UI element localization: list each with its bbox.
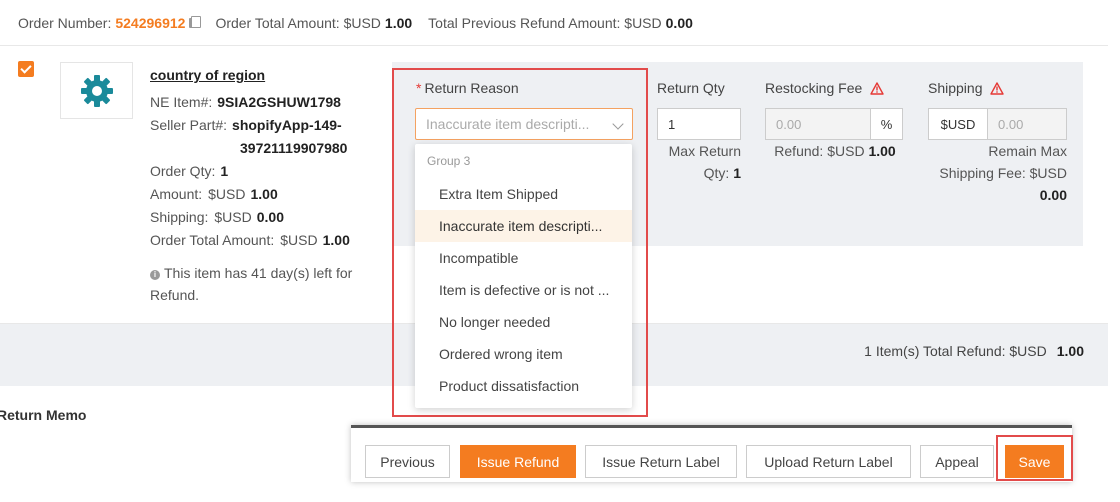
shipping-fee-input[interactable]: 0.00 bbox=[987, 108, 1067, 140]
restocking-fee-label-text: Restocking Fee bbox=[765, 80, 863, 96]
remain-max-shipping: Remain Max Shipping Fee: $USD 0.00 bbox=[920, 140, 1067, 206]
shipping-currency-text: $USD bbox=[940, 116, 976, 132]
appeal-button[interactable]: Appeal bbox=[920, 445, 994, 478]
return-reason-dropdown: Group 3 Extra Item Shipped Inaccurate it… bbox=[415, 144, 632, 408]
previous-refund-label: Total Previous Refund Amount: $USD bbox=[428, 14, 662, 31]
seller-part-value: shopifyApp-149- bbox=[232, 117, 342, 133]
max-return-label-2: Qty: bbox=[703, 165, 730, 181]
info-icon: i bbox=[150, 270, 160, 280]
restocking-fee-input[interactable]: 0.00 bbox=[765, 108, 871, 140]
seller-part-label: Seller Part#: bbox=[150, 117, 228, 133]
refund-notice: i This item has 41 day(s) left for Refund… bbox=[150, 262, 380, 306]
amount-label: Amount: bbox=[150, 186, 203, 202]
shipping-currency: $USD bbox=[928, 108, 988, 140]
warning-icon bbox=[870, 82, 884, 95]
order-number-group: Order Number: 524296912 bbox=[18, 14, 202, 31]
item-thumbnail bbox=[60, 62, 133, 119]
return-memo-label: Return Memo bbox=[0, 407, 87, 423]
shipping-unit: $USD bbox=[214, 209, 252, 225]
order-total-value: 1.00 bbox=[384, 14, 413, 31]
shipping-fee-value: 0.00 bbox=[998, 116, 1024, 132]
dropdown-option[interactable]: Product dissatisfaction bbox=[415, 370, 632, 402]
max-return-label-1: Max Return bbox=[668, 143, 741, 159]
amount-unit: $USD bbox=[208, 186, 246, 202]
issue-refund-button[interactable]: Issue Refund bbox=[460, 445, 576, 478]
action-bar: Previous Issue Refund Issue Return Label… bbox=[351, 425, 1072, 482]
restocking-refund: Refund: $USD 1.00 bbox=[765, 140, 905, 162]
percent-unit: % bbox=[880, 116, 893, 132]
order-qty-row: Order Qty: 1 bbox=[150, 160, 380, 183]
seller-part-value-2: 39721119907980 bbox=[240, 140, 348, 156]
copy-icon[interactable] bbox=[189, 16, 202, 29]
restocking-refund-value: 1.00 bbox=[868, 143, 896, 159]
amount-value: 1.00 bbox=[250, 186, 278, 202]
order-total-label: Order Total Amount: $USD bbox=[215, 14, 381, 31]
dropdown-option[interactable]: Extra Item Shipped bbox=[415, 178, 632, 210]
issue-return-label-button[interactable]: Issue Return Label bbox=[585, 445, 737, 478]
dropdown-option[interactable]: Ordered wrong item bbox=[415, 338, 632, 370]
save-highlight bbox=[996, 435, 1073, 481]
previous-button[interactable]: Previous bbox=[365, 445, 450, 478]
total-refund: 1 Item(s) Total Refund: $USD 1.00 bbox=[864, 343, 1084, 359]
remain-max-label-2: Shipping Fee: $USD bbox=[939, 165, 1067, 181]
order-header: Order Number: 524296912 Order Total Amou… bbox=[0, 0, 1108, 46]
return-qty-label: Return Qty bbox=[657, 80, 725, 96]
previous-refund-value: 0.00 bbox=[665, 14, 693, 31]
remain-max-label-1: Remain Max bbox=[988, 143, 1067, 159]
restocking-fee-value: 0.00 bbox=[776, 116, 802, 132]
ne-item-label: NE Item#: bbox=[150, 94, 213, 110]
remain-max-value: 0.00 bbox=[1039, 187, 1067, 203]
max-return-qty: Max Return Qty: 1 bbox=[657, 140, 741, 184]
upload-return-label-button[interactable]: Upload Return Label bbox=[746, 445, 911, 478]
dropdown-option[interactable]: Item is defective or is not ... bbox=[415, 274, 632, 306]
return-qty-value: 1 bbox=[668, 116, 676, 132]
item-order-total-row: Order Total Amount: $USD 1.00 bbox=[150, 229, 380, 252]
item-order-total-unit: $USD bbox=[280, 232, 318, 248]
item-order-total-value: 1.00 bbox=[322, 232, 350, 248]
refund-notice-line-1: This item has 41 day(s) left for bbox=[164, 265, 353, 281]
warning-icon bbox=[990, 82, 1005, 95]
shipping-value: 0.00 bbox=[256, 209, 284, 225]
gear-icon bbox=[80, 74, 113, 107]
order-qty-label: Order Qty: bbox=[150, 163, 216, 179]
order-number[interactable]: 524296912 bbox=[115, 15, 185, 31]
dropdown-group-label: Group 3 bbox=[427, 154, 471, 168]
restocking-refund-label: Refund: $USD bbox=[774, 143, 865, 159]
restocking-fee-unit: % bbox=[870, 108, 903, 140]
item-title[interactable]: country of region bbox=[150, 64, 380, 87]
item-info: country of region NE Item#: 9SIA2GSHUW17… bbox=[150, 64, 380, 306]
restocking-fee-label: Restocking Fee bbox=[765, 80, 884, 96]
seller-part-row: Seller Part#: shopifyApp-149- bbox=[150, 114, 380, 137]
return-qty-input[interactable]: 1 bbox=[657, 108, 741, 140]
total-refund-label: 1 Item(s) Total Refund: $USD bbox=[864, 343, 1047, 359]
shipping-fee-label: Shipping bbox=[928, 80, 1005, 96]
dropdown-option-selected[interactable]: Inaccurate item descripti... bbox=[415, 210, 632, 242]
dropdown-option[interactable]: No longer needed bbox=[415, 306, 632, 338]
shipping-fee-label-text: Shipping bbox=[928, 80, 983, 96]
item-checkbox[interactable] bbox=[18, 61, 34, 77]
amount-row: Amount: $USD 1.00 bbox=[150, 183, 380, 206]
order-qty-value: 1 bbox=[220, 163, 229, 179]
ne-item-row: NE Item#: 9SIA2GSHUW1798 bbox=[150, 91, 380, 114]
shipping-label: Shipping: bbox=[150, 209, 209, 225]
item-order-total-label: Order Total Amount: bbox=[150, 232, 275, 248]
ne-item-value: 9SIA2GSHUW1798 bbox=[217, 94, 341, 110]
order-total-group: Order Total Amount: $USD 1.00 bbox=[215, 15, 412, 31]
total-refund-value: 1.00 bbox=[1056, 343, 1084, 359]
previous-refund-group: Total Previous Refund Amount: $USD 0.00 bbox=[428, 15, 693, 31]
refund-notice-line-2: Refund. bbox=[150, 287, 200, 303]
dropdown-option[interactable]: Incompatible bbox=[415, 242, 632, 274]
seller-part-row-2: 39721119907980 bbox=[150, 137, 380, 160]
shipping-row: Shipping: $USD 0.00 bbox=[150, 206, 380, 229]
max-return-value: 1 bbox=[733, 165, 741, 181]
order-number-label: Order Number: bbox=[18, 14, 112, 31]
